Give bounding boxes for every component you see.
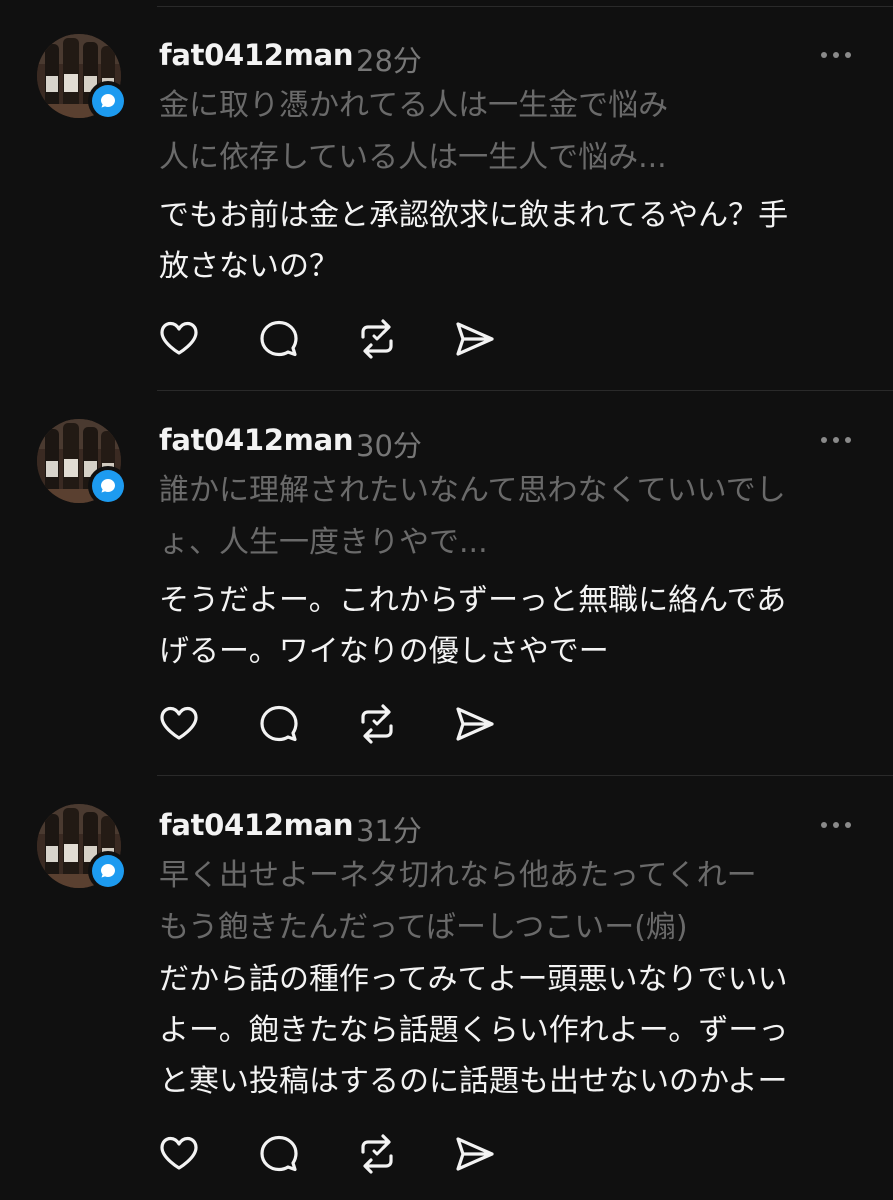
more-horizontal-icon[interactable] xyxy=(818,817,854,831)
quote-text: 金に取り憑かれてる人は一生金で悩み 人に依存している人は一生人で悩み... xyxy=(159,80,859,184)
quote-text: 早く出せよーネタ切れなら他あたってくれー もう飽きたんだってばーしつこいー(煽) xyxy=(159,850,859,954)
quote-text: 誰かに理解されたいなんて思わなくていいでし ょ、人生一度きりやで... xyxy=(159,465,859,569)
quote-line: 人に依存している人は一生人で悩み... xyxy=(159,140,667,175)
body-line: そうだよー。これからずーっと無職に絡んであ xyxy=(159,583,787,618)
username[interactable]: fat0412man xyxy=(159,38,354,72)
repost-icon[interactable] xyxy=(355,317,399,361)
quote-line: 誰かに理解されたいなんて思わなくていいでし xyxy=(159,473,786,508)
body-line: と寒い投稿はするのに話題も出せないのかよー xyxy=(159,1064,788,1099)
speech-bubble-icon[interactable] xyxy=(257,1132,301,1176)
heart-icon[interactable] xyxy=(157,317,201,361)
timestamp[interactable]: 30分 xyxy=(356,423,422,465)
action-bar xyxy=(157,1132,517,1176)
badge xyxy=(88,466,128,506)
top-divider xyxy=(157,6,893,7)
send-icon[interactable] xyxy=(453,317,497,361)
body-line: よー。飽きたなら話題くらい作れよー。ずーっ xyxy=(159,1013,789,1048)
timestamp[interactable]: 28分 xyxy=(356,38,422,80)
timestamp[interactable]: 31分 xyxy=(356,808,422,850)
quote-line: もう飽きたんだってばーしつこいー(煽) xyxy=(159,910,688,945)
post-divider xyxy=(157,775,893,776)
chat-bubble-icon xyxy=(92,855,124,887)
repost-icon[interactable] xyxy=(355,1132,399,1176)
speech-bubble-icon[interactable] xyxy=(257,702,301,746)
send-icon[interactable] xyxy=(453,702,497,746)
badge xyxy=(88,851,128,891)
username[interactable]: fat0412man xyxy=(159,808,354,842)
quote-line: ょ、人生一度きりやで... xyxy=(159,525,488,560)
chat-bubble-icon xyxy=(92,85,124,117)
more-horizontal-icon[interactable] xyxy=(818,432,854,446)
heart-icon[interactable] xyxy=(157,702,201,746)
send-icon[interactable] xyxy=(453,1132,497,1176)
more-horizontal-icon[interactable] xyxy=(818,47,854,61)
post-divider xyxy=(157,390,893,391)
repost-icon[interactable] xyxy=(355,702,399,746)
action-bar xyxy=(157,702,517,746)
post-body: だから話の種作ってみてよー頭悪いなりでいい よー。飽きたなら話題くらい作れよー。… xyxy=(159,954,859,1107)
body-line: 放さないの？ xyxy=(159,249,339,284)
speech-bubble-icon[interactable] xyxy=(257,317,301,361)
action-bar xyxy=(157,317,517,361)
chat-bubble-icon xyxy=(92,470,124,502)
body-line: でもお前は金と承認欲求に飲まれてるやん？手 xyxy=(159,198,789,233)
body-line: だから話の種作ってみてよー頭悪いなりでいい xyxy=(159,962,788,997)
post-body: でもお前は金と承認欲求に飲まれてるやん？手 放さないの？ xyxy=(159,190,859,292)
body-line: げるー。ワイなりの優しさやでー xyxy=(159,634,609,669)
username[interactable]: fat0412man xyxy=(159,423,354,457)
heart-icon[interactable] xyxy=(157,1132,201,1176)
badge xyxy=(88,81,128,121)
quote-line: 金に取り憑かれてる人は一生金で悩み xyxy=(159,88,669,123)
post-body: そうだよー。これからずーっと無職に絡んであ げるー。ワイなりの優しさやでー xyxy=(159,575,859,677)
quote-line: 早く出せよーネタ切れなら他あたってくれー xyxy=(159,858,757,893)
